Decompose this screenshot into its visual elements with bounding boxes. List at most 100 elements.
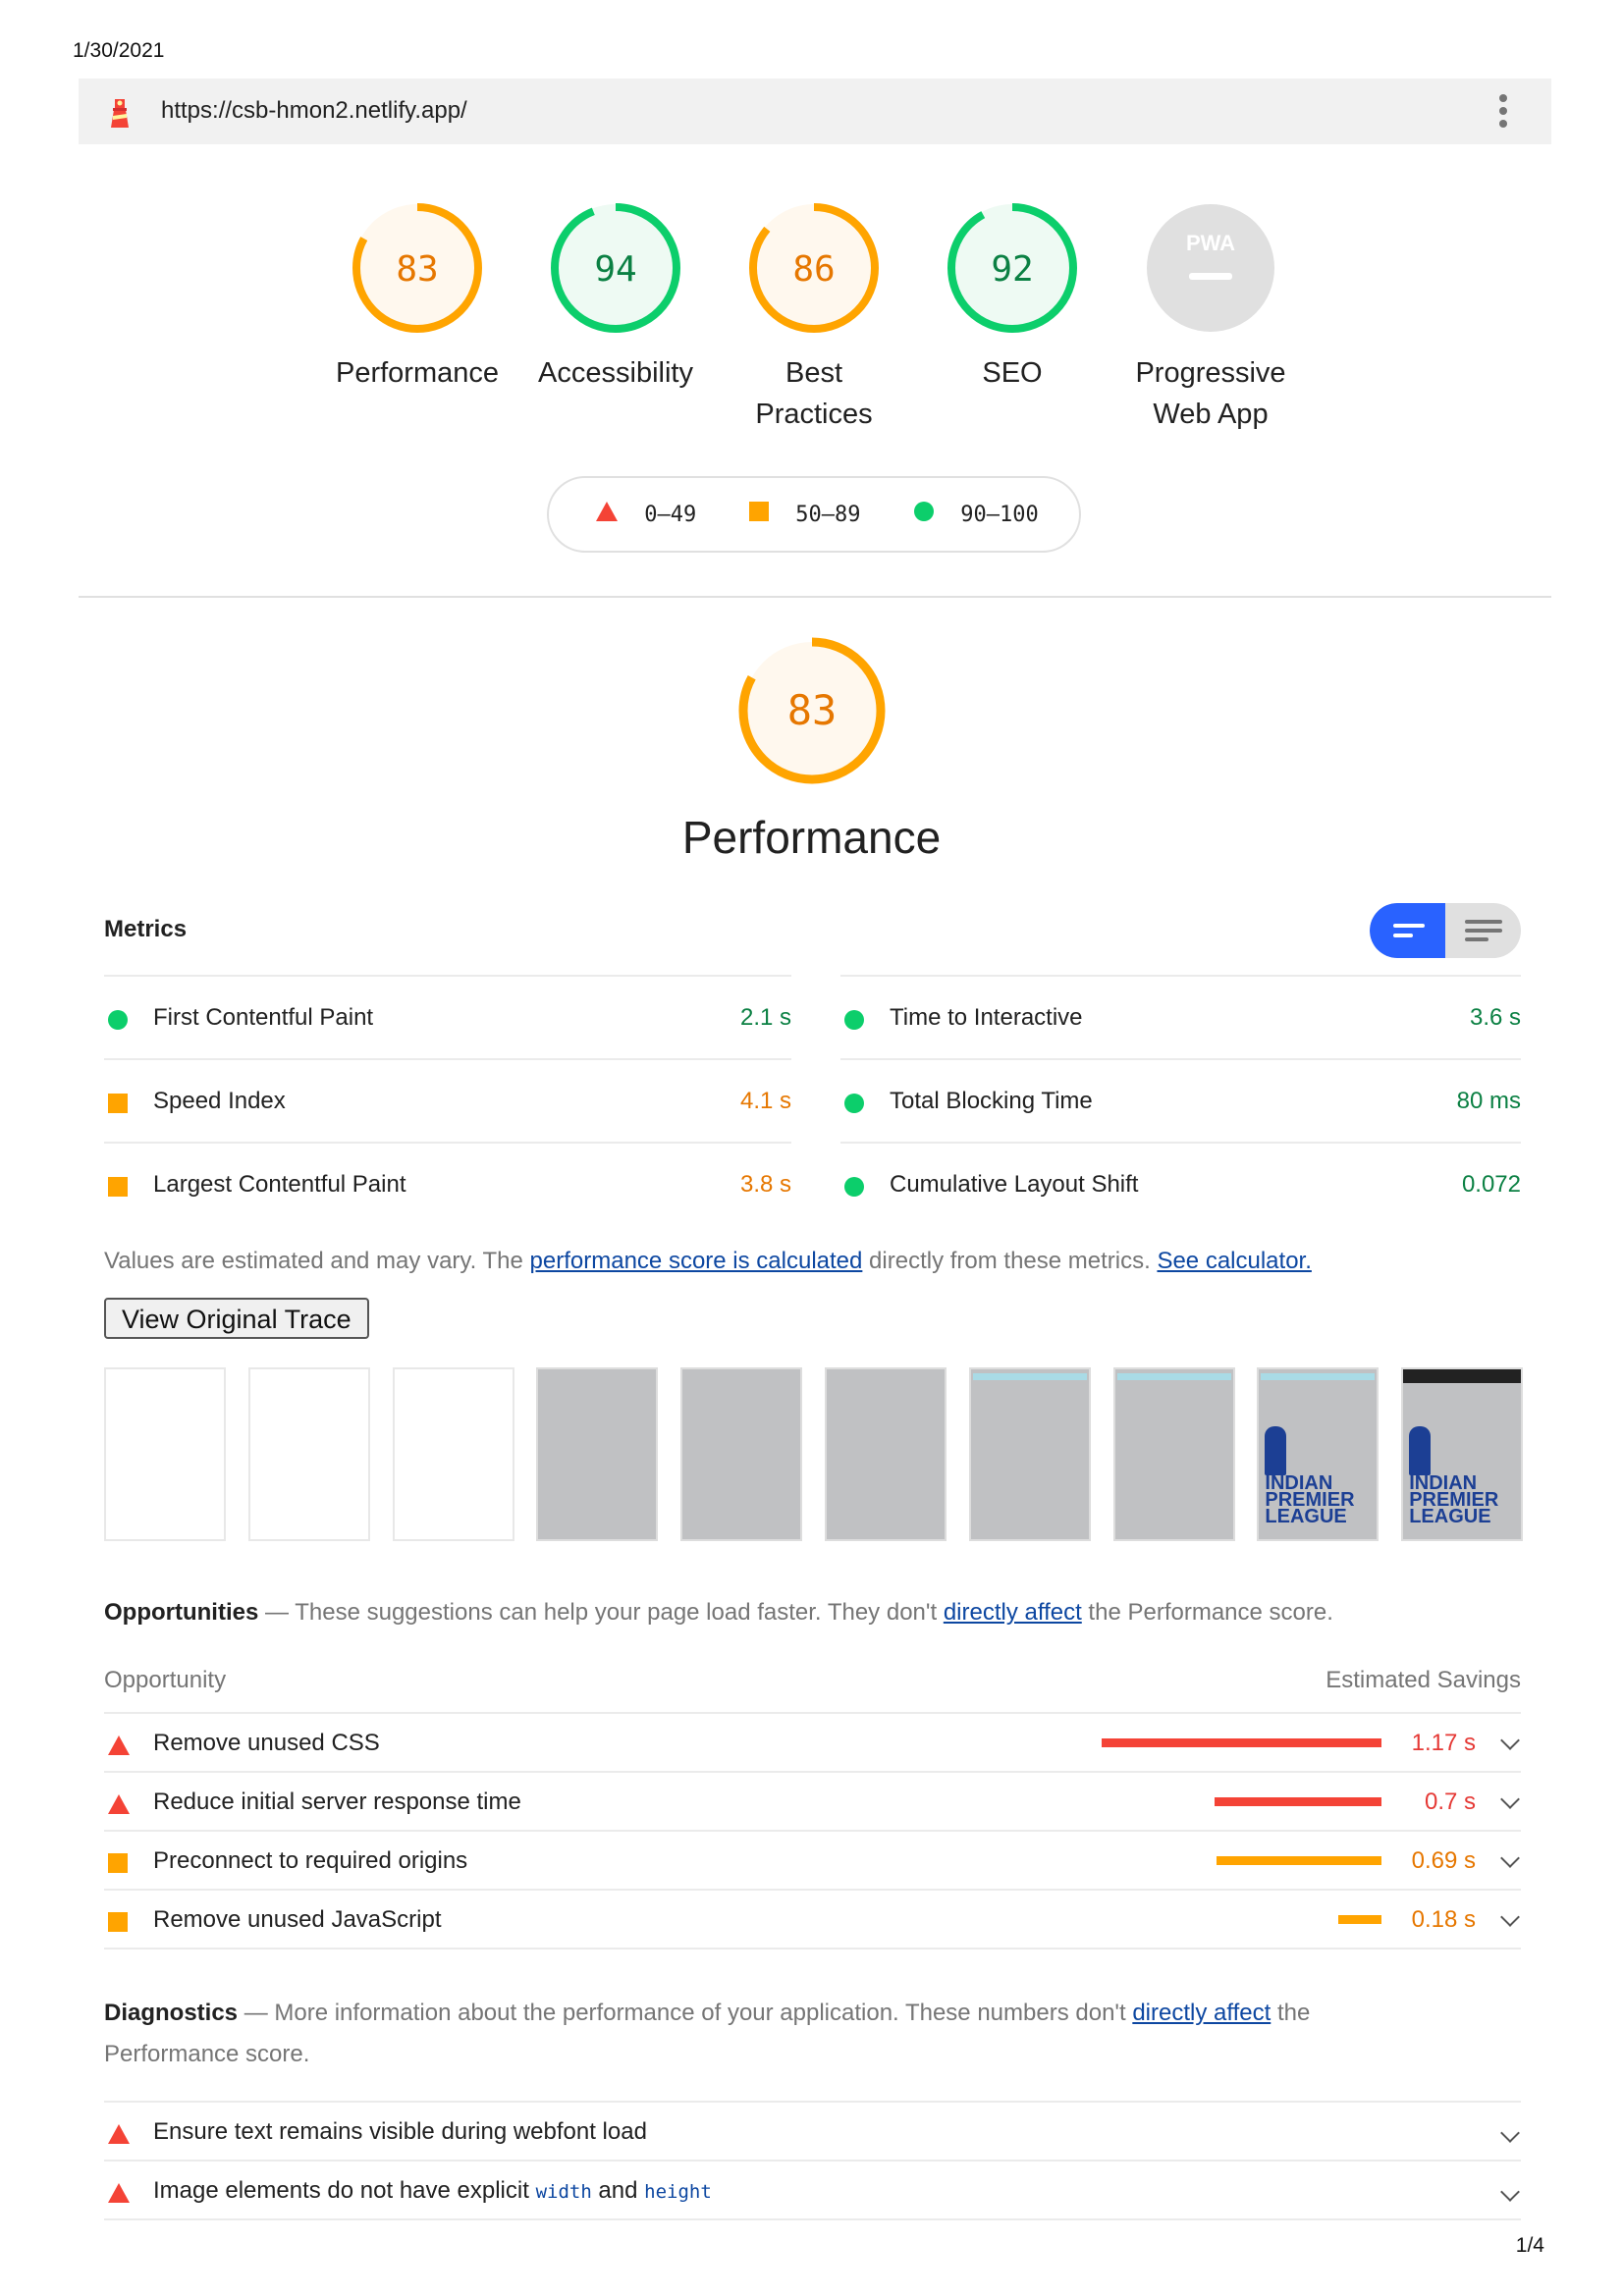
see-calculator-link[interactable]: See calculator.: [1157, 1248, 1311, 1274]
performance-gauge: 83: [737, 636, 887, 785]
gauge-score: 92: [991, 249, 1033, 290]
filmstrip-frame: [680, 1367, 803, 1541]
metric-row: Time to Interactive 3.6 s: [840, 975, 1521, 1058]
gauge-score: 94: [594, 249, 636, 290]
metric-name: Total Blocking Time: [890, 1088, 1093, 1114]
legend-average: 50–89: [749, 502, 860, 527]
score-legend: 0–49 50–89 90–100: [547, 476, 1081, 553]
gauge-label: Progressive Web App: [1135, 357, 1286, 430]
filmstrip-frame: [392, 1367, 514, 1541]
metric-value: 2.1 s: [739, 1004, 791, 1031]
metric-name: Cumulative Layout Shift: [890, 1171, 1139, 1198]
filmstrip-frame: INDIAN PREMIER LEAGUE: [1401, 1367, 1524, 1541]
metric-row: Cumulative Layout Shift 0.072: [840, 1142, 1521, 1225]
average-square-icon: [749, 502, 769, 521]
pass-circle-icon: [108, 1010, 128, 1030]
opportunities-heading: Opportunities — These suggestions can he…: [104, 1599, 1333, 1626]
gauge-label: SEO: [982, 357, 1043, 389]
chevron-down-icon[interactable]: [1500, 2182, 1520, 2202]
chevron-down-icon[interactable]: [1500, 1848, 1520, 1868]
opportunity-name: Remove unused CSS: [153, 1730, 380, 1756]
metric-name: Speed Index: [153, 1088, 286, 1114]
chevron-down-icon[interactable]: [1500, 1731, 1520, 1750]
fail-triangle-icon: [108, 1794, 130, 1814]
average-square-icon: [108, 1177, 128, 1197]
savings-value: 0.18 s: [1411, 1906, 1476, 1933]
chevron-down-icon[interactable]: [1500, 2123, 1520, 2143]
diagnostics-list: Ensure text remains visible during webfo…: [104, 2101, 1521, 2220]
ipl-logo: INDIAN PREMIER LEAGUE: [1409, 1426, 1521, 1526]
filmstrip-frame: [825, 1367, 947, 1541]
opportunity-name: Preconnect to required origins: [153, 1847, 468, 1874]
pass-circle-icon: [844, 1010, 864, 1030]
fail-triangle-icon: [596, 502, 618, 521]
category-gauge[interactable]: PWA Progressive Web App: [1111, 201, 1310, 435]
opportunity-name: Reduce initial server response time: [153, 1789, 521, 1815]
kebab-menu-icon[interactable]: [1498, 94, 1508, 130]
score-calculated-link[interactable]: performance score is calculated: [530, 1248, 863, 1274]
performance-score: 83: [787, 686, 838, 734]
page-number: 1/4: [1515, 2234, 1544, 2257]
metric-value: 3.8 s: [739, 1171, 791, 1198]
url-bar: https://csb-hmon2.netlify.app/: [79, 79, 1551, 144]
category-gauge[interactable]: 86 Best Practices: [715, 201, 913, 435]
metric-value: 4.1 s: [739, 1088, 791, 1114]
savings-bar: [1102, 1738, 1381, 1747]
diagnostic-item[interactable]: Ensure text remains visible during webfo…: [104, 2101, 1521, 2160]
opportunities-directly-affect-link[interactable]: directly affect: [944, 1599, 1082, 1626]
pass-circle-icon: [844, 1094, 864, 1113]
fail-triangle-icon: [108, 2182, 130, 2210]
chevron-down-icon[interactable]: [1500, 1907, 1520, 1927]
savings-bar: [1214, 1797, 1381, 1806]
legend-pass: 90–100: [914, 502, 1039, 527]
metrics-view-toggle[interactable]: [1370, 903, 1521, 958]
category-gauge[interactable]: 83 Performance: [318, 201, 516, 394]
lighthouse-icon: [111, 99, 129, 128]
metric-value: 80 ms: [1456, 1088, 1521, 1114]
gauge-score: 86: [792, 249, 835, 290]
opportunity-row[interactable]: Remove unused JavaScript 0.18 s: [104, 1889, 1521, 1948]
metrics-title: Metrics: [104, 916, 188, 942]
opportunity-name: Remove unused JavaScript: [153, 1906, 442, 1933]
pass-circle-icon: [914, 502, 934, 521]
category-gauge[interactable]: 92 SEO: [913, 201, 1111, 394]
pass-circle-icon: [844, 1177, 864, 1197]
opportunity-row[interactable]: Preconnect to required origins 0.69 s: [104, 1830, 1521, 1889]
compact-view-icon[interactable]: [1370, 903, 1445, 958]
metric-row: First Contentful Paint 2.1 s: [104, 975, 791, 1058]
chevron-down-icon[interactable]: [1500, 1789, 1520, 1809]
metric-name: Time to Interactive: [890, 1004, 1083, 1031]
filmstrip-frame: [968, 1367, 1091, 1541]
opportunity-row[interactable]: Reduce initial server response time 0.7 s: [104, 1771, 1521, 1830]
diagnostics-heading: Diagnostics — More information about the…: [104, 2000, 1311, 2067]
diagnostics-directly-affect-link[interactable]: directly affect: [1132, 2000, 1271, 2026]
performance-title: Performance: [681, 812, 942, 863]
page-url[interactable]: https://csb-hmon2.netlify.app/: [161, 97, 467, 125]
fail-triangle-icon: [108, 2123, 130, 2151]
expanded-view-icon[interactable]: [1445, 903, 1521, 958]
savings-bar: [1338, 1915, 1381, 1924]
fail-triangle-icon: [108, 1735, 130, 1755]
savings-value: 0.69 s: [1411, 1847, 1476, 1874]
metric-name: Largest Contentful Paint: [153, 1171, 406, 1198]
metric-value: 0.072: [1461, 1171, 1521, 1198]
gauge-label: Performance: [335, 357, 499, 389]
gauge-label: Accessibility: [538, 357, 693, 389]
diagnostic-item[interactable]: Image elements do not have explicit widt…: [104, 2160, 1521, 2218]
opportunity-row[interactable]: Remove unused CSS 1.17 s: [104, 1712, 1521, 1771]
category-gauge[interactable]: 94 Accessibility: [516, 201, 715, 394]
print-date: 1/30/2021: [73, 39, 165, 62]
savings-bar: [1216, 1856, 1381, 1865]
legend-fail: 0–49: [596, 502, 696, 527]
metrics-note: Values are estimated and may vary. The p…: [104, 1248, 1312, 1274]
view-original-trace-button[interactable]: View Original Trace: [104, 1298, 369, 1339]
average-square-icon: [108, 1094, 128, 1113]
section-divider: [79, 596, 1551, 598]
savings-value: 1.17 s: [1411, 1730, 1476, 1756]
gauge-score: 83: [396, 249, 438, 290]
metric-row: Largest Contentful Paint 3.8 s: [104, 1142, 791, 1225]
metric-row: Speed Index 4.1 s: [104, 1058, 791, 1142]
ipl-logo: INDIAN PREMIER LEAGUE: [1265, 1426, 1377, 1526]
filmstrip-frame: [1112, 1367, 1235, 1541]
filmstrip-frame: [247, 1367, 370, 1541]
